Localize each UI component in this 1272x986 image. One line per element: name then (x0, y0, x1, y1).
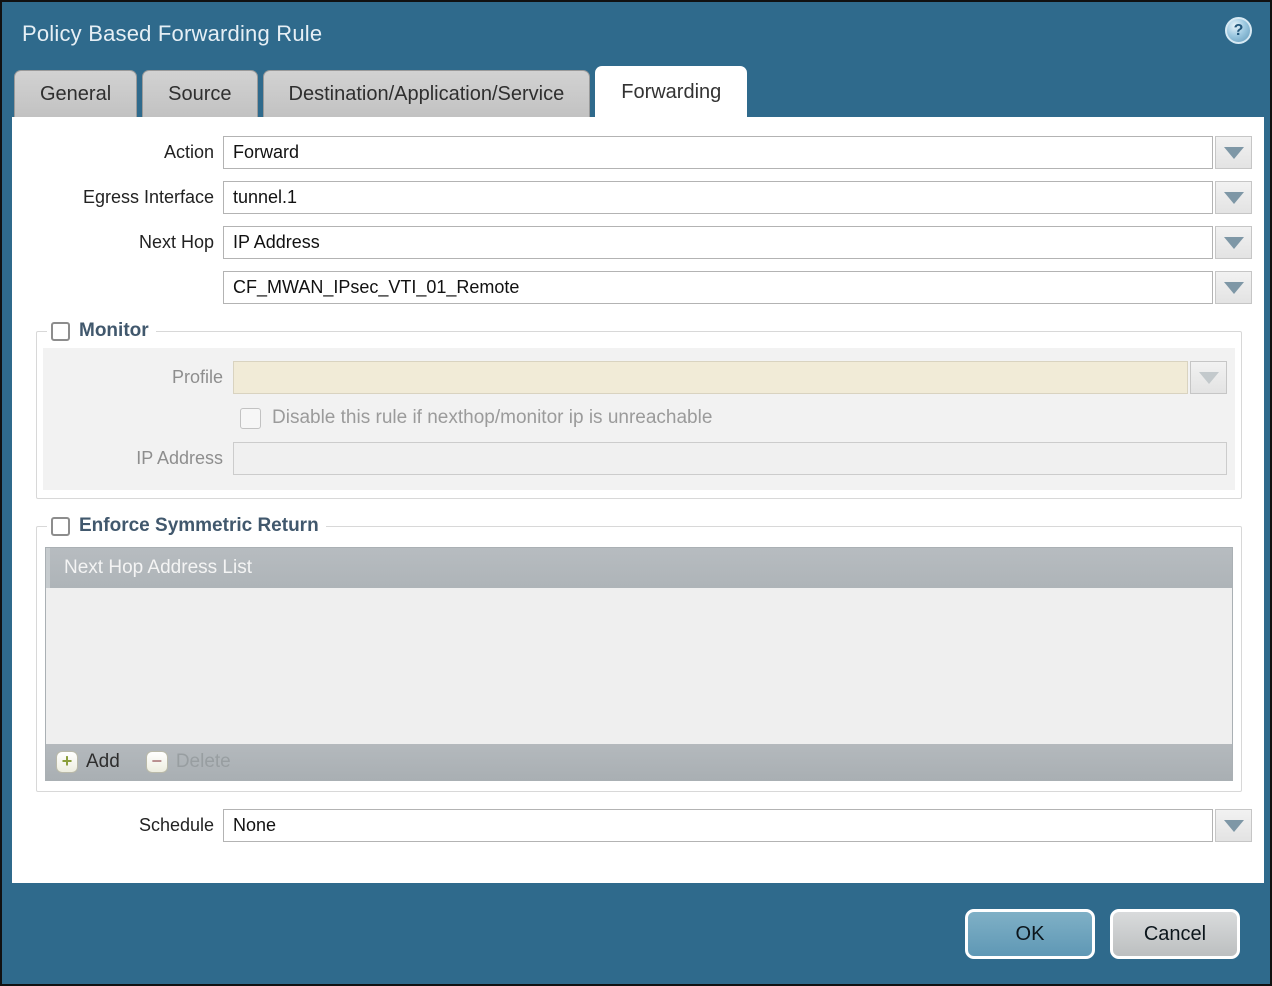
monitor-ip-row: IP Address (43, 442, 1235, 475)
next-hop-type-dropdown-button[interactable] (1215, 226, 1252, 259)
profile-row: Profile (43, 361, 1235, 394)
monitor-body: Profile Disable this rule if nexthop/mon… (43, 348, 1235, 490)
next-hop-address-list-body (46, 588, 1232, 744)
next-hop-address-list-header: Next Hop Address List (46, 548, 1232, 588)
next-hop-address-table: Next Hop Address List + Add − Delete (45, 547, 1233, 781)
enforce-legend: Enforce Symmetric Return (47, 515, 326, 537)
action-input[interactable] (223, 136, 1213, 169)
egress-interface-dropdown-button[interactable] (1215, 181, 1252, 214)
disable-rule-checkbox (240, 408, 261, 429)
enforce-symmetric-return-checkbox[interactable] (51, 517, 70, 536)
action-dropdown-button[interactable] (1215, 136, 1252, 169)
tab-forwarding[interactable]: Forwarding (595, 66, 747, 117)
profile-dropdown-button (1190, 361, 1227, 394)
action-label: Action (12, 142, 223, 163)
next-hop-label: Next Hop (12, 232, 223, 253)
disable-rule-label: Disable this rule if nexthop/monitor ip … (272, 407, 712, 429)
chevron-down-icon (1224, 147, 1244, 159)
add-button-label: Add (86, 751, 120, 773)
next-hop-type-input[interactable] (223, 226, 1213, 259)
tab-bar: General Source Destination/Application/S… (2, 66, 1270, 117)
tab-general[interactable]: General (14, 70, 137, 117)
monitor-checkbox[interactable] (51, 322, 70, 341)
dialog-titlebar: Policy Based Forwarding Rule ? (2, 2, 1270, 66)
monitor-legend: Monitor (47, 320, 156, 342)
next-hop-row: Next Hop (12, 226, 1264, 259)
egress-interface-label: Egress Interface (12, 187, 223, 208)
monitor-ip-label: IP Address (43, 448, 233, 469)
chevron-down-icon (1224, 192, 1244, 204)
egress-interface-row: Egress Interface (12, 181, 1264, 214)
schedule-row: Schedule (12, 809, 1264, 842)
enforce-title: Enforce Symmetric Return (79, 515, 319, 537)
egress-interface-input[interactable] (223, 181, 1213, 214)
next-hop-address-input[interactable] (223, 271, 1213, 304)
next-hop-address-dropdown-button[interactable] (1215, 271, 1252, 304)
dialog-title: Policy Based Forwarding Rule (22, 21, 322, 47)
add-button[interactable]: + Add (56, 751, 120, 773)
cancel-button[interactable]: Cancel (1110, 909, 1240, 959)
schedule-input[interactable] (223, 809, 1213, 842)
delete-minus-icon: − (146, 751, 168, 773)
pbf-rule-dialog: Policy Based Forwarding Rule ? General S… (0, 0, 1272, 986)
chevron-down-icon (1224, 282, 1244, 294)
profile-input (233, 361, 1188, 394)
disable-rule-row: Disable this rule if nexthop/monitor ip … (43, 407, 1235, 429)
forwarding-tab-panel: Action Egress Interface Next Hop (12, 117, 1264, 883)
monitor-section: Monitor Profile Disable this rule if nex… (36, 320, 1242, 499)
monitor-ip-input (233, 442, 1227, 475)
ok-button[interactable]: OK (965, 909, 1095, 959)
delete-button: − Delete (146, 751, 231, 773)
next-hop-address-list-footer: + Add − Delete (46, 744, 1232, 780)
next-hop-address-row (12, 271, 1264, 304)
chevron-down-icon (1224, 237, 1244, 249)
monitor-title: Monitor (79, 320, 149, 342)
tab-destination-application-service[interactable]: Destination/Application/Service (263, 70, 591, 117)
dialog-button-bar: OK Cancel (965, 909, 1240, 959)
schedule-dropdown-button[interactable] (1215, 809, 1252, 842)
action-row: Action (12, 136, 1264, 169)
schedule-label: Schedule (12, 815, 223, 836)
chevron-down-icon (1199, 372, 1219, 384)
help-icon[interactable]: ? (1225, 17, 1252, 44)
add-plus-icon: + (56, 751, 78, 773)
chevron-down-icon (1224, 820, 1244, 832)
delete-button-label: Delete (176, 751, 231, 773)
profile-label: Profile (43, 367, 233, 388)
tab-source[interactable]: Source (142, 70, 257, 117)
enforce-symmetric-return-section: Enforce Symmetric Return Next Hop Addres… (36, 515, 1242, 792)
